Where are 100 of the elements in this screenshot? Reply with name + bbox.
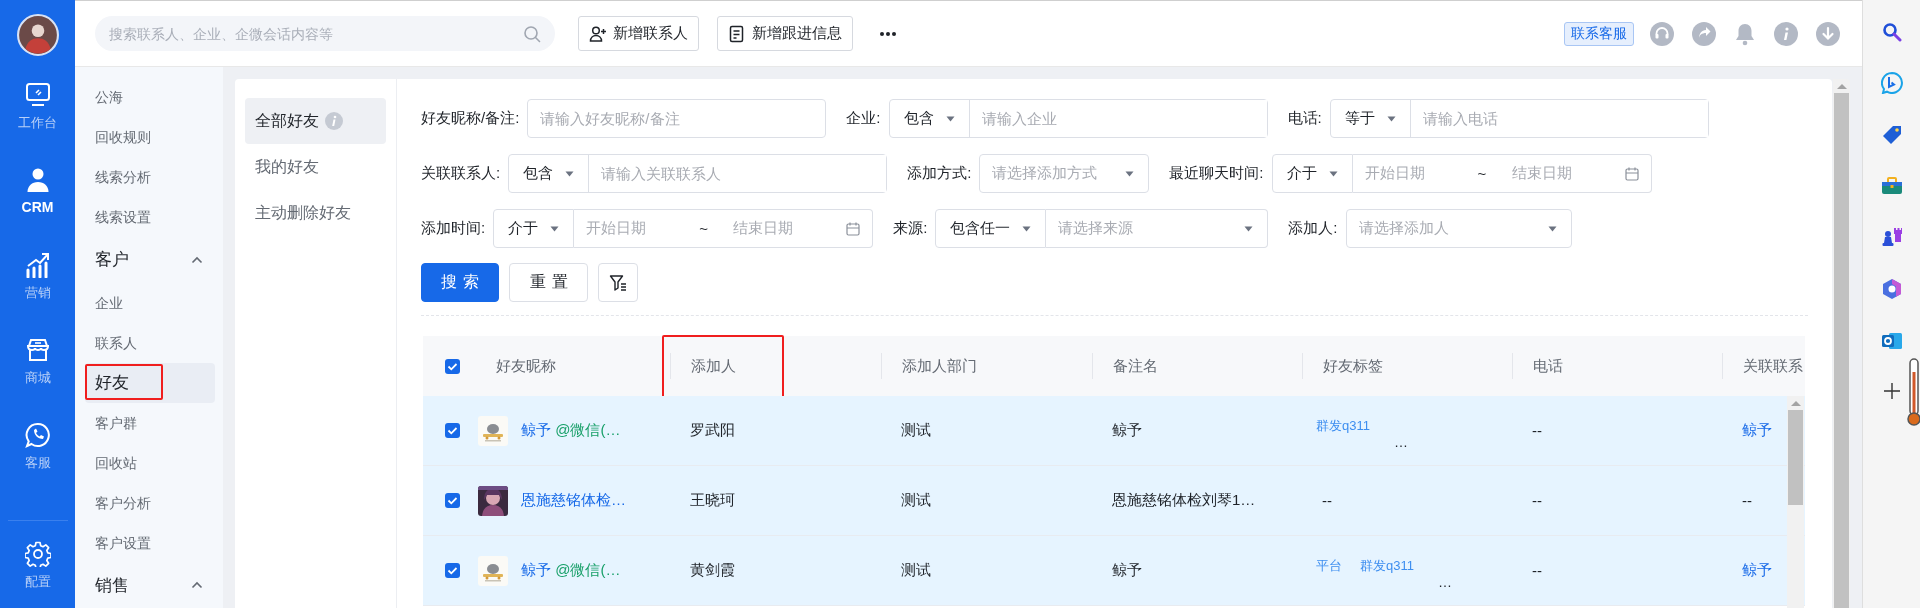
table-cell: 罗武阳: [690, 421, 735, 440]
dropdown[interactable]: 介于: [493, 209, 575, 248]
mail-app-icon[interactable]: [1880, 330, 1903, 352]
rail-nav-item[interactable]: 营销: [7, 250, 68, 335]
tag: 群发q311: [1314, 416, 1372, 435]
menu-item[interactable]: 回收站: [85, 442, 215, 483]
search-icon: [523, 25, 541, 43]
menu-item[interactable]: 好友: [85, 362, 215, 403]
chat-phone-icon: [24, 422, 51, 448]
caret-icon: [1547, 225, 1557, 232]
field-label: 企业:: [846, 109, 881, 128]
avatar[interactable]: [16, 14, 59, 56]
contact-link[interactable]: 鲸予: [1742, 561, 1772, 580]
chat-bubble-icon[interactable]: [1880, 72, 1903, 94]
tag: 群发q311: [1358, 556, 1416, 575]
field-label: 关联联系人:: [421, 164, 501, 183]
name-link[interactable]: 鲸予 @微信(…: [521, 561, 621, 580]
table-cell: 恩施慈铭体检刘琴1…: [1112, 491, 1256, 510]
table-cell: 测试: [901, 561, 931, 580]
plus-icon[interactable]: [1882, 382, 1901, 400]
search-field[interactable]: 搜索联系人、企业、企微会话内容等: [95, 16, 555, 51]
table-cell: --: [1742, 492, 1752, 509]
dropdown[interactable]: 介于: [1271, 154, 1353, 193]
more-icon[interactable]: [879, 30, 897, 37]
table-cell: --: [1532, 422, 1542, 439]
input-field[interactable]: 等于 请输入电话: [1329, 99, 1709, 138]
dropdown[interactable]: 等于: [1330, 100, 1410, 137]
menu-group-header[interactable]: 客户: [85, 237, 215, 283]
menu-item[interactable]: 公海: [85, 77, 215, 117]
menu-item[interactable]: 客户分析: [85, 482, 215, 523]
table-cell: 王晓珂: [690, 491, 735, 510]
menu-item[interactable]: 回收规则: [85, 117, 215, 157]
caret-icon: [565, 170, 575, 177]
column-header[interactable]: 关联联系: [1743, 356, 1803, 376]
scrollbar[interactable]: [1787, 396, 1804, 608]
column-header[interactable]: 好友标签: [1323, 356, 1383, 376]
table-cell: 鲸予: [1112, 561, 1142, 580]
column-header[interactable]: 好友昵称: [496, 356, 556, 376]
support-link[interactable]: 联系客服: [1564, 21, 1634, 46]
table-cell: --: [1322, 492, 1332, 509]
rail-nav-item[interactable]: 工作台: [7, 80, 68, 165]
caret-icon: [1328, 170, 1338, 177]
chess-pieces-icon[interactable]: [1880, 226, 1903, 248]
table-row[interactable]: 恩施慈铭体检… 王晓珂 测试 恩施慈铭体检刘琴1… -- -- --: [423, 466, 1805, 536]
search-icon[interactable]: [1881, 22, 1902, 42]
toolbar-button[interactable]: 新增跟进信息: [717, 16, 853, 51]
rail-nav-item[interactable]: CRM: [7, 165, 68, 250]
column-header[interactable]: 添加人部门: [902, 356, 977, 376]
checkbox[interactable]: [445, 358, 460, 374]
menu-group-header[interactable]: 销售: [85, 562, 215, 608]
more-tags[interactable]: …: [1437, 574, 1452, 589]
caret-icon: [550, 225, 560, 232]
menu-item[interactable]: 联系人: [85, 322, 215, 363]
caret-icon: [1244, 225, 1254, 232]
tab[interactable]: 全部好友: [245, 98, 386, 144]
menu-item[interactable]: 客户群: [85, 402, 215, 443]
column-header[interactable]: 电话: [1533, 356, 1563, 376]
table-row[interactable]: 鲸予 @微信(… 罗武阳 测试 鲸予 群发q311 … -- 鲸予: [423, 396, 1805, 466]
shop-icon: [24, 337, 51, 363]
date-range-field[interactable]: 开始日期 ~ 结束日期: [1352, 154, 1652, 193]
menu-item[interactable]: 企业: [85, 282, 215, 323]
name-link[interactable]: 鲸予 @微信(…: [521, 421, 621, 440]
tab[interactable]: 我的好友: [245, 144, 386, 190]
input-field[interactable]: 包含 请输入关联联系人: [508, 154, 888, 193]
checkbox[interactable]: [445, 423, 460, 438]
caret-icon: [1125, 170, 1135, 177]
menu-item[interactable]: 线索分析: [85, 157, 215, 197]
reset-button[interactable]: 重置: [509, 263, 588, 302]
gear-icon: [24, 541, 51, 567]
date-range-field[interactable]: 开始日期 ~ 结束日期: [574, 209, 874, 248]
field-label: 添加人:: [1288, 219, 1338, 238]
table-row[interactable]: 鲸予 @微信(… 黄剑霞 测试 鲸予 平台 群发q311 … -- 鲸予: [423, 536, 1805, 606]
dropdown[interactable]: 包含: [509, 155, 589, 192]
toolbar-button[interactable]: 新增联系人: [578, 16, 699, 51]
hexagon-logo-icon[interactable]: [1880, 278, 1903, 300]
column-header[interactable]: 添加人: [691, 356, 736, 376]
toolbox-icon[interactable]: [1880, 176, 1903, 196]
name-link[interactable]: 恩施慈铭体检…: [521, 491, 626, 510]
menu-item[interactable]: 客户设置: [85, 522, 215, 563]
filter-button[interactable]: [598, 263, 638, 302]
rail-nav-item[interactable]: 商城: [7, 335, 68, 420]
menu-item[interactable]: 线索设置: [85, 197, 215, 237]
filter-icon: [609, 273, 627, 292]
search-button[interactable]: 搜索: [421, 263, 499, 302]
caret-icon: [945, 115, 955, 122]
tab[interactable]: 主动删除好友: [245, 190, 386, 236]
rail-nav-item[interactable]: 配置: [7, 520, 68, 608]
calendar-icon: [1624, 166, 1639, 181]
caret-icon: [1386, 115, 1396, 122]
tag: 平台: [1314, 556, 1344, 575]
more-tags[interactable]: …: [1393, 434, 1408, 449]
checkbox[interactable]: [445, 563, 460, 578]
input-field[interactable]: 包含 请输入企业: [888, 99, 1268, 138]
contact-link[interactable]: 鲸予: [1742, 421, 1772, 440]
checkbox[interactable]: [445, 493, 460, 508]
column-header[interactable]: 备注名: [1113, 356, 1158, 376]
dropdown[interactable]: 包含: [889, 100, 969, 137]
rail-nav-item[interactable]: 客服: [7, 420, 68, 505]
input-field[interactable]: 请输入好友昵称/备注: [527, 99, 827, 138]
dropdown[interactable]: 包含任一: [935, 209, 1047, 248]
